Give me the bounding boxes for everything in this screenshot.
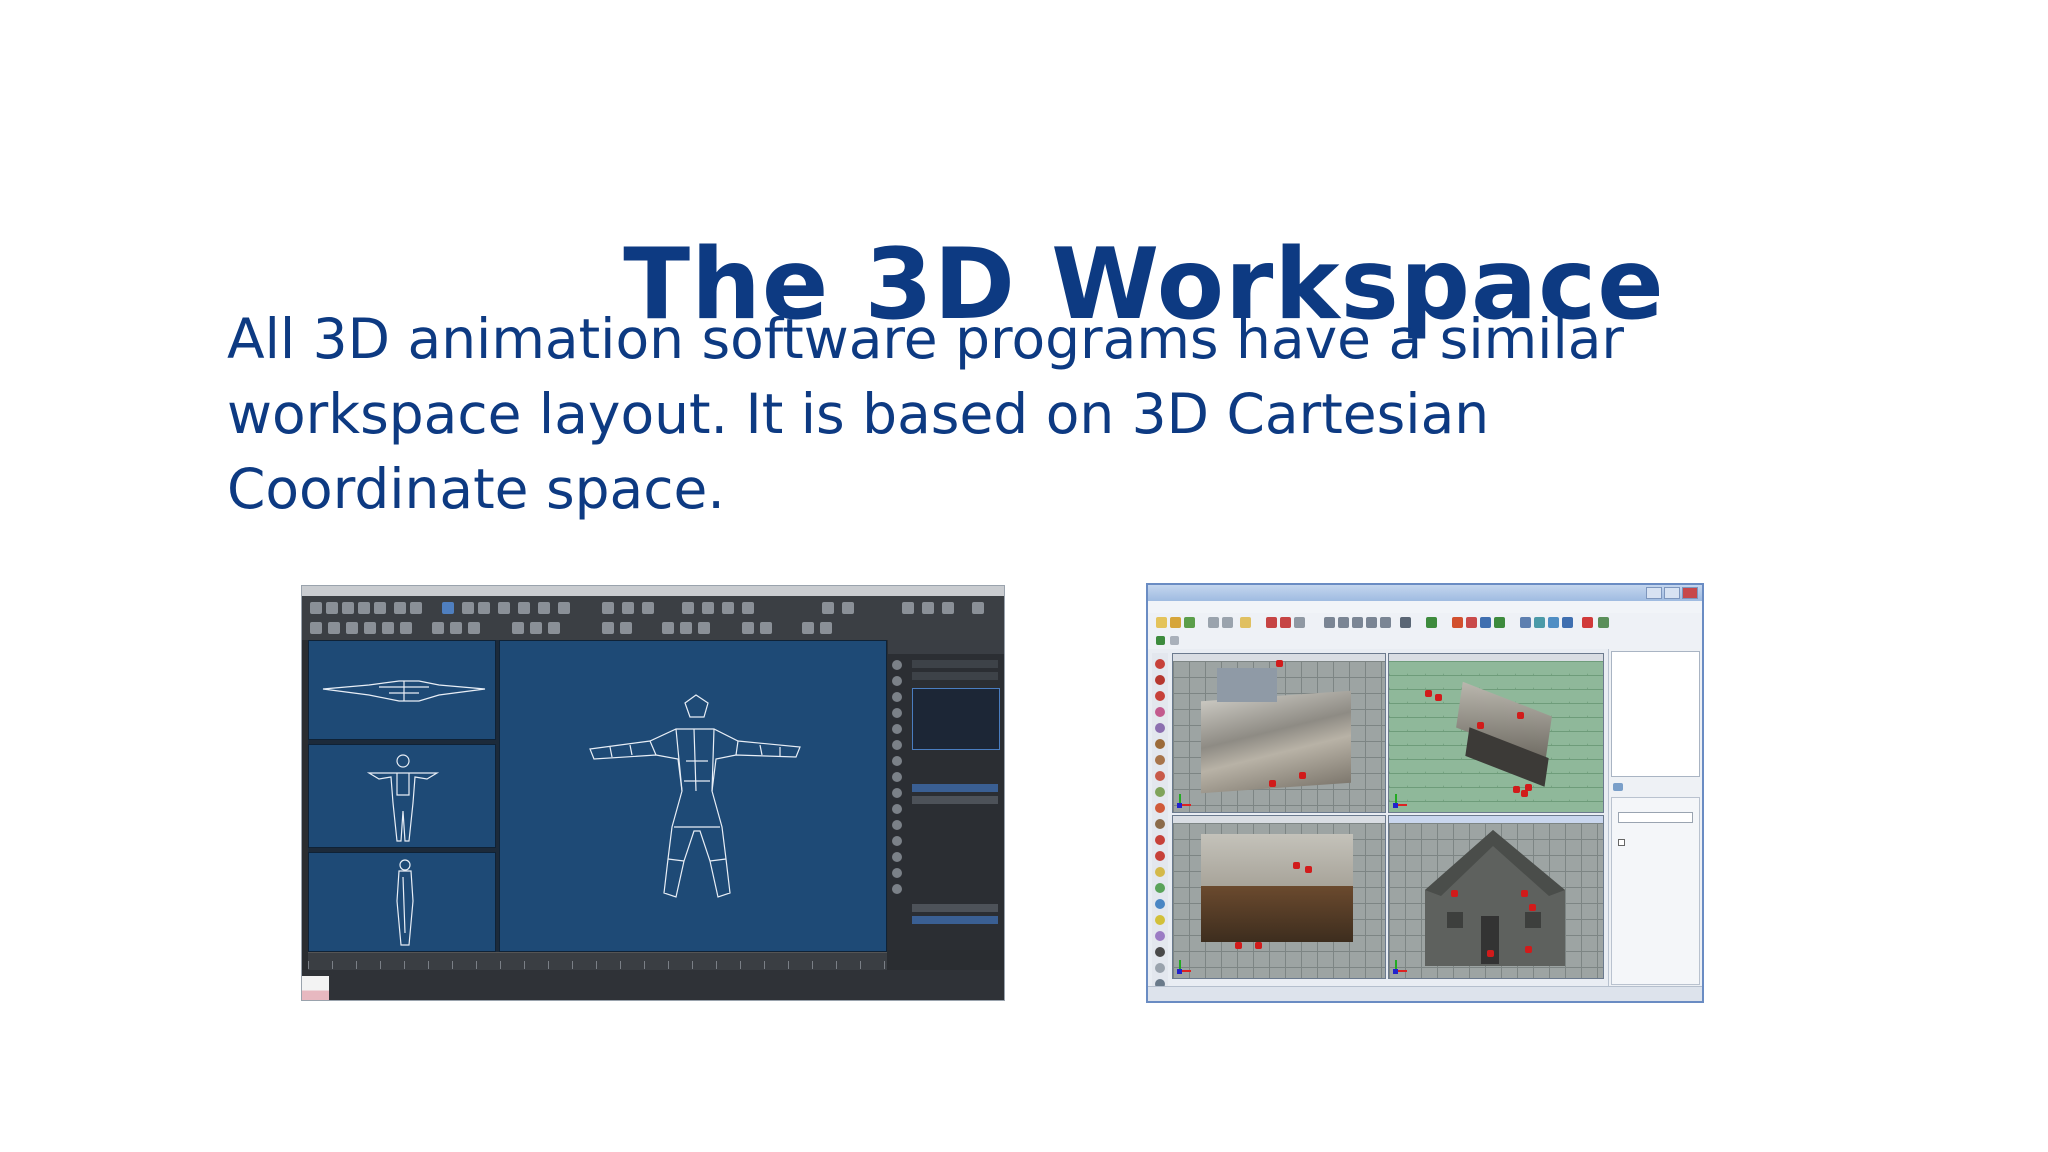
wireframe-character-side xyxy=(396,859,414,946)
maxscript-listener-swatch[interactable] xyxy=(302,976,329,1000)
vizard-menubar xyxy=(1148,601,1702,613)
front-view-label xyxy=(1173,816,1385,823)
viewport-front-small[interactable] xyxy=(308,744,496,848)
modifier-list-dropdown[interactable] xyxy=(912,672,998,680)
minimize-icon[interactable] xyxy=(1646,587,1662,599)
wireframe-character-front-small xyxy=(366,754,440,842)
maximize-icon[interactable] xyxy=(1664,587,1680,599)
back-arrow-icon[interactable] xyxy=(1156,636,1165,645)
right-view-viewport[interactable] xyxy=(1388,815,1604,979)
rollout-3[interactable] xyxy=(912,904,998,912)
perspective-view-label xyxy=(1389,654,1603,661)
scene-graph-tree[interactable] xyxy=(1611,651,1700,777)
roof-top xyxy=(1217,668,1277,702)
max-menubar xyxy=(302,586,1004,596)
soft-selection-rollout[interactable] xyxy=(912,796,998,804)
vizard-toolbar-2 xyxy=(1148,633,1702,649)
viewport-left-small[interactable] xyxy=(308,852,496,952)
house-texture-top xyxy=(1201,690,1351,794)
command-panel-side-icons xyxy=(888,654,906,950)
name-input[interactable] xyxy=(1618,812,1693,823)
vizard-title-bar xyxy=(1148,585,1702,601)
vizard-side-panel xyxy=(1608,649,1702,987)
max-editor-screenshot xyxy=(301,585,1005,1001)
max-status-bar xyxy=(302,970,1004,1000)
slide-body-text: All 3D animation software programs have … xyxy=(227,307,1625,521)
close-icon[interactable] xyxy=(1682,587,1698,599)
max-toolbar xyxy=(302,596,1004,640)
house-wall-front xyxy=(1201,886,1353,942)
modifier-stack-list[interactable] xyxy=(912,688,1000,750)
perspective-viewport[interactable] xyxy=(1388,653,1604,813)
viewport-perspective[interactable] xyxy=(499,640,887,952)
vizard-status-bar xyxy=(1148,986,1702,1001)
wireframe-character-top xyxy=(322,680,486,702)
max-timeline[interactable] xyxy=(308,952,887,971)
top-view-viewport[interactable] xyxy=(1172,653,1386,813)
help-checkbox[interactable] xyxy=(1618,839,1625,846)
rollout-4[interactable] xyxy=(912,916,998,924)
viewport-top[interactable] xyxy=(308,640,496,740)
forward-arrow-icon[interactable] xyxy=(1170,636,1179,645)
properties-toggle-icon[interactable] xyxy=(1613,783,1623,791)
object-name-field[interactable] xyxy=(912,660,998,668)
house-gable-right xyxy=(1425,830,1565,966)
command-panel-tabs[interactable] xyxy=(888,640,1004,654)
max-viewport-area xyxy=(308,640,887,952)
vizard-object-palette xyxy=(1152,653,1168,1001)
selection-rollout[interactable] xyxy=(912,784,998,792)
node-parameters-panel xyxy=(1611,797,1700,985)
vizard-toolbar xyxy=(1148,613,1702,634)
vizard-editor-screenshot xyxy=(1146,583,1704,1003)
wireframe-character-perspective xyxy=(589,694,801,898)
front-view-viewport[interactable] xyxy=(1172,815,1386,979)
house-roof-front xyxy=(1201,834,1353,886)
